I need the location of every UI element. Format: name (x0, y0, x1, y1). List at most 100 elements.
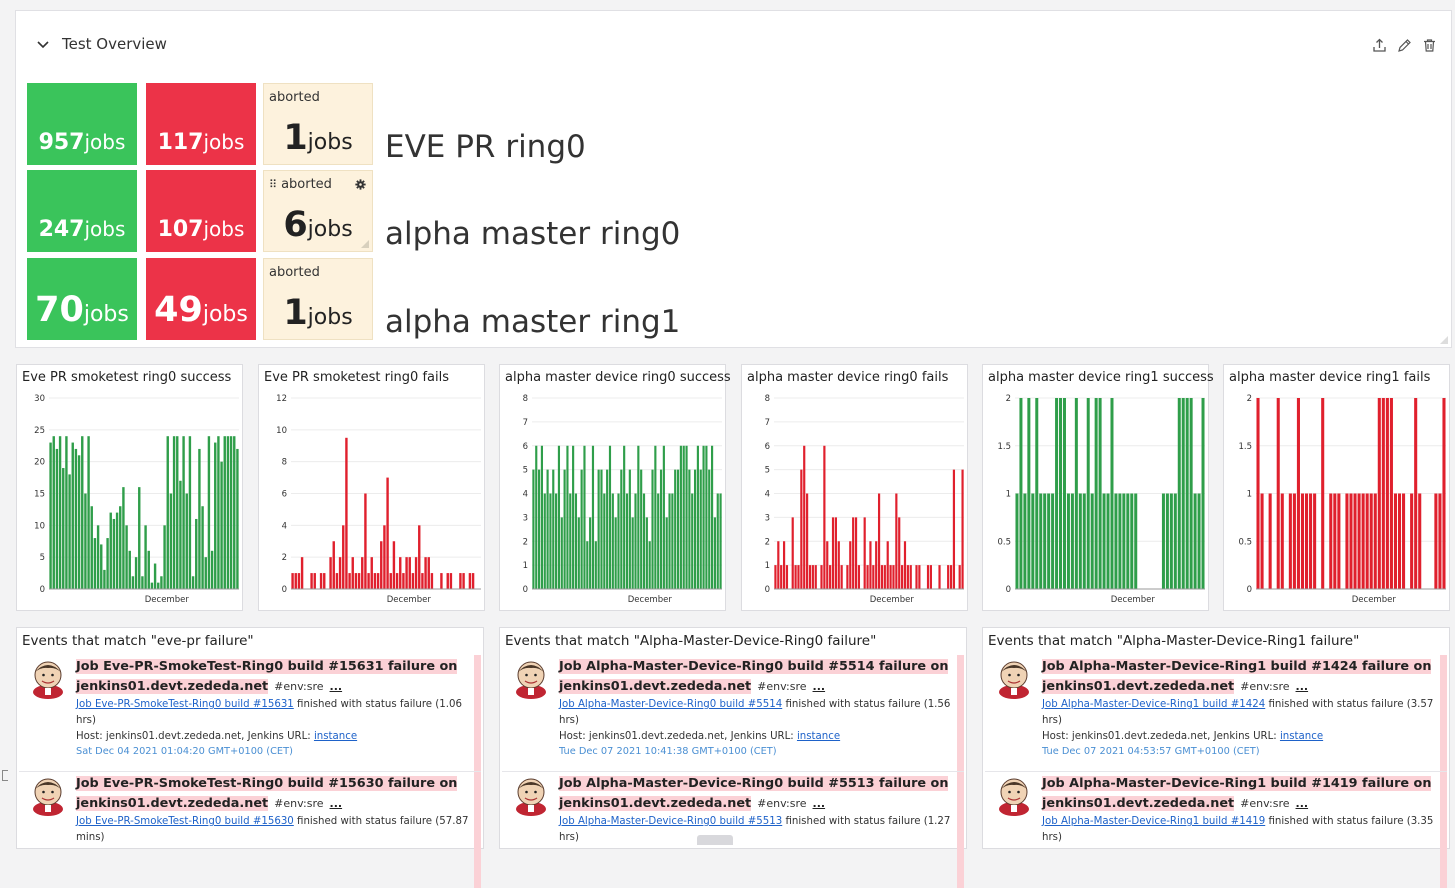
bar[interactable] (549, 493, 552, 590)
bar[interactable] (147, 550, 150, 589)
bar[interactable] (163, 525, 166, 589)
bar[interactable] (659, 469, 663, 589)
bar[interactable] (594, 541, 597, 589)
bar[interactable] (693, 469, 697, 589)
bar[interactable] (207, 436, 211, 589)
bar[interactable] (1280, 493, 1284, 590)
bar[interactable] (572, 445, 575, 589)
bar[interactable] (1122, 493, 1126, 590)
bar[interactable] (1031, 493, 1035, 590)
bar[interactable] (591, 445, 595, 589)
bar[interactable] (62, 468, 65, 589)
bar[interactable] (1074, 398, 1078, 589)
bar[interactable] (1397, 493, 1402, 590)
bar[interactable] (1345, 493, 1349, 590)
bar[interactable] (640, 469, 643, 589)
bar[interactable] (1039, 493, 1043, 590)
success-tile[interactable]: 247jobs (27, 170, 137, 252)
bar[interactable] (471, 573, 475, 589)
bar[interactable] (1055, 398, 1059, 589)
bar[interactable] (329, 557, 332, 589)
bar[interactable] (176, 436, 179, 589)
bar[interactable] (421, 573, 424, 589)
bar[interactable] (600, 469, 603, 589)
bar[interactable] (713, 517, 716, 589)
bar[interactable] (103, 569, 106, 589)
bar[interactable] (829, 565, 832, 589)
bar[interactable] (1047, 493, 1051, 590)
bar[interactable] (468, 573, 472, 589)
bar[interactable] (1114, 493, 1118, 590)
bar[interactable] (1321, 398, 1325, 589)
bar[interactable] (872, 565, 875, 589)
event-item[interactable]: Job Alpha-Master-Device-Ring0 build #551… (502, 771, 964, 888)
event-title[interactable]: Job Eve-PR-SmokeTest-Ring0 build #15631 … (76, 657, 469, 697)
bar[interactable] (901, 565, 904, 589)
bar[interactable] (560, 517, 563, 589)
bar[interactable] (614, 517, 617, 589)
bar[interactable] (96, 525, 100, 589)
bar[interactable] (335, 573, 339, 589)
bar[interactable] (191, 576, 195, 589)
bar[interactable] (1373, 493, 1377, 590)
build-link[interactable]: Job Alpha-Master-Device-Ring1 build #141… (1042, 816, 1265, 827)
event-title[interactable]: Job Alpha-Master-Device-Ring1 build #141… (1042, 774, 1435, 814)
bar[interactable] (1337, 493, 1341, 590)
bar[interactable] (383, 525, 386, 589)
bar[interactable] (1027, 398, 1031, 589)
bar[interactable] (716, 493, 719, 590)
bar[interactable] (574, 493, 578, 590)
bar[interactable] (826, 541, 829, 589)
bar[interactable] (1197, 493, 1201, 590)
bar[interactable] (1201, 398, 1205, 589)
bar[interactable] (1169, 493, 1173, 590)
bar[interactable] (710, 445, 714, 589)
bar[interactable] (952, 469, 956, 589)
bar[interactable] (1181, 398, 1185, 589)
bar[interactable] (93, 538, 97, 589)
bar[interactable] (179, 480, 182, 589)
bar[interactable] (1361, 493, 1365, 590)
bar[interactable] (49, 442, 52, 589)
build-link[interactable]: Job Alpha-Master-Device-Ring1 build #142… (1042, 699, 1265, 710)
bar[interactable] (1130, 493, 1134, 590)
bar[interactable] (1442, 398, 1446, 589)
bar[interactable] (1102, 493, 1106, 590)
event-stream-panel[interactable]: Events that match "Alpha-Master-Device-R… (499, 627, 967, 888)
build-link[interactable]: Job Eve-PR-SmokeTest-Ring0 build #15631 (76, 699, 294, 710)
bar[interactable] (153, 563, 157, 589)
bar[interactable] (1185, 398, 1189, 589)
bar[interactable] (109, 512, 112, 589)
bar[interactable] (597, 469, 600, 589)
event-tag[interactable]: #env:sre (757, 680, 806, 693)
success-tile[interactable]: 957jobs (27, 83, 137, 165)
bar[interactable] (100, 544, 103, 589)
bar[interactable] (370, 557, 373, 589)
bar[interactable] (617, 493, 620, 590)
bar[interactable] (811, 565, 814, 589)
bar[interactable] (665, 517, 668, 589)
bar[interactable] (342, 525, 345, 589)
bar[interactable] (662, 445, 665, 589)
event-more-link[interactable]: ... (330, 680, 343, 693)
event-more-link[interactable]: ... (1296, 797, 1309, 810)
bar[interactable] (780, 565, 783, 589)
event-stream-panel[interactable]: Events that match "Alpha-Master-Device-R… (982, 627, 1450, 888)
bar[interactable] (310, 573, 313, 589)
bar[interactable] (563, 469, 566, 589)
bar[interactable] (869, 541, 872, 589)
bar[interactable] (1134, 493, 1138, 590)
bar[interactable] (785, 565, 789, 589)
bar[interactable] (1094, 398, 1098, 589)
bar[interactable] (392, 541, 396, 589)
bar[interactable] (1438, 493, 1442, 590)
bar[interactable] (623, 445, 626, 589)
bar[interactable] (1288, 493, 1292, 590)
bar[interactable] (77, 455, 81, 589)
bar[interactable] (699, 469, 702, 589)
success-tile[interactable]: 70jobs (27, 258, 137, 340)
bar[interactable] (580, 469, 583, 589)
bar[interactable] (169, 493, 173, 590)
bar[interactable] (620, 469, 623, 589)
bar[interactable] (898, 517, 901, 589)
